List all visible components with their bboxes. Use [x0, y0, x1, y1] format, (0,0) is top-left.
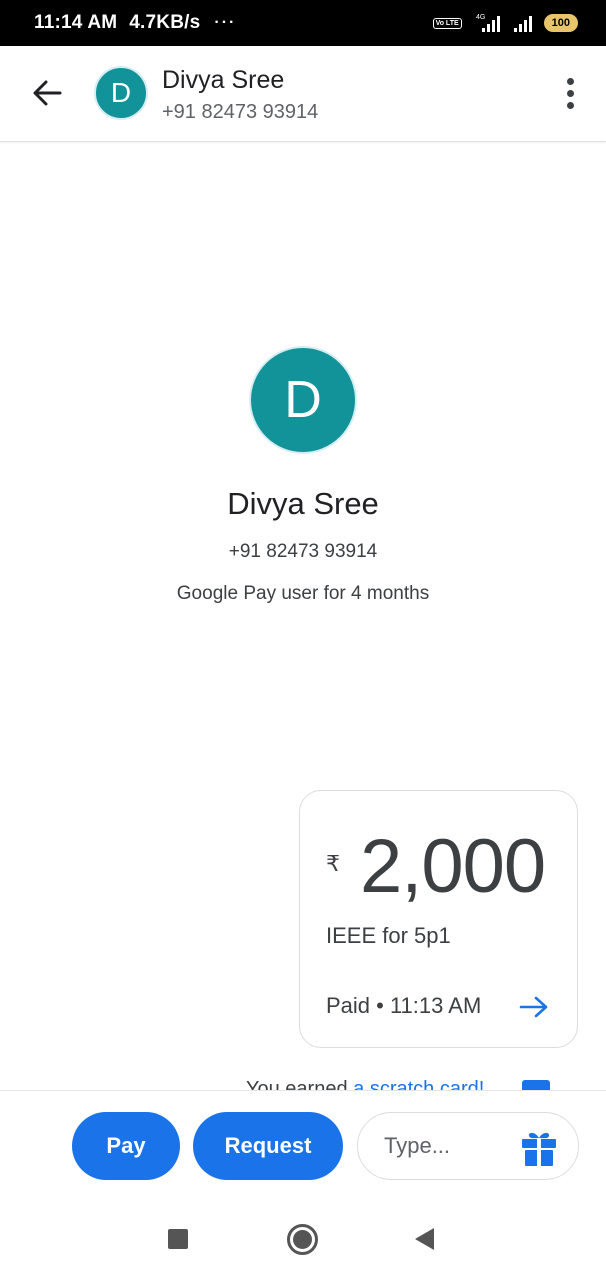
payment-amount: 2,000 [360, 824, 546, 909]
system-back-button[interactable] [415, 1228, 434, 1250]
payment-note: IEEE for 5p1 [326, 923, 451, 948]
status-right: Vo LTE 4G 100 [432, 12, 578, 34]
arrow-right-icon [519, 996, 548, 1018]
recent-apps-button[interactable] [168, 1229, 188, 1249]
back-button[interactable] [26, 72, 68, 114]
profile-name: Divya Sree [227, 486, 379, 521]
home-icon [293, 1230, 312, 1249]
system-nav-bar [0, 1200, 606, 1280]
message-field[interactable] [357, 1112, 579, 1180]
status-time: 11:14 AM [34, 12, 118, 33]
status-dots: ··· [214, 14, 237, 31]
contact-name: Divya Sree [162, 66, 285, 94]
payment-card[interactable]: ₹ 2,000 IEEE for 5p1 Paid • 11:13 AM [299, 790, 578, 1048]
status-bar: 11:14 AM 4.7KB/s ··· Vo LTE 4G 100 [0, 0, 606, 46]
app-bar: D Divya Sree +91 82473 93914 [0, 46, 606, 142]
signal-icon [513, 16, 532, 32]
request-button[interactable]: Request [193, 1112, 343, 1180]
status-left: 11:14 AM 4.7KB/s ··· [34, 12, 248, 34]
more-options-button[interactable] [554, 72, 586, 114]
arrow-left-icon [33, 80, 62, 106]
volte-icon: Vo LTE [432, 17, 462, 29]
gift-icon [522, 1132, 556, 1166]
signal-4g-icon: 4G [476, 14, 500, 32]
battery-icon: 100 [543, 14, 578, 32]
profile-user-since: Google Pay user for 4 months [176, 583, 430, 604]
home-button[interactable] [287, 1224, 318, 1255]
status-speed: 4.7KB/s [129, 12, 201, 33]
profile-avatar: D [249, 346, 357, 454]
composer-bar: Pay Request [0, 1090, 606, 1200]
payment-status: Paid • 11:13 AM [326, 993, 482, 1018]
network-label: 4G [476, 14, 485, 21]
profile-phone: +91 82473 93914 [228, 541, 378, 562]
message-input[interactable] [384, 1133, 514, 1159]
gift-button[interactable] [518, 1127, 560, 1169]
currency-symbol: ₹ [326, 851, 340, 876]
avatar[interactable]: D [94, 66, 148, 120]
contact-phone: +91 82473 93914 [162, 101, 319, 123]
payment-details-button[interactable] [517, 993, 551, 1021]
pay-button[interactable]: Pay [72, 1112, 180, 1180]
more-vert-icon [566, 77, 574, 85]
